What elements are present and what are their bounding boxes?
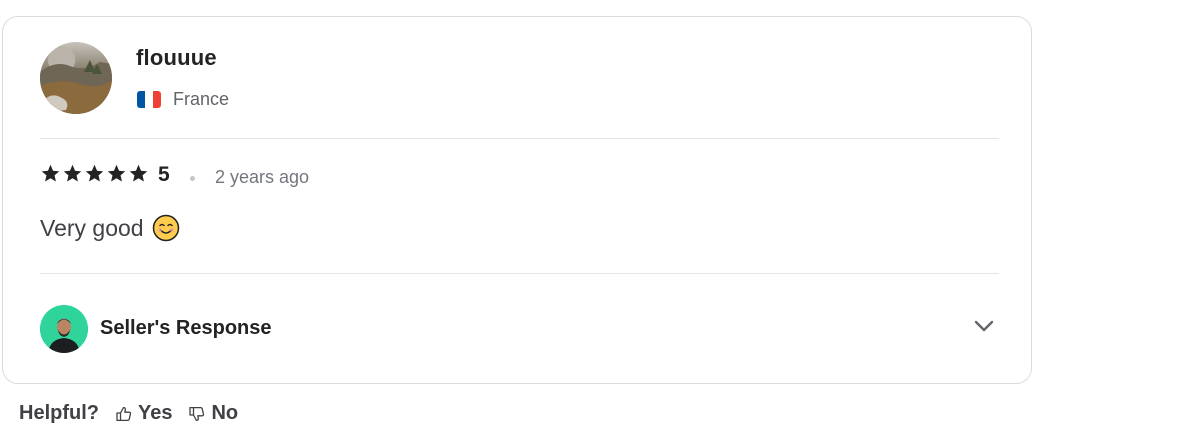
star-icon	[107, 164, 126, 182]
helpful-no-label: No	[211, 402, 239, 424]
divider	[40, 138, 999, 139]
seller-avatar[interactable]	[40, 305, 88, 353]
review-time: 2 years ago	[215, 167, 310, 187]
seller-response-title[interactable]: Seller's Response	[100, 317, 272, 340]
review-text: Very good	[40, 214, 144, 241]
helpful-yes-button[interactable]: Yes	[115, 402, 172, 425]
helpful-yes-label: Yes	[138, 402, 173, 424]
separator-dot	[190, 176, 195, 181]
helpful-no-button[interactable]: No	[188, 402, 238, 425]
reviewer-country: France	[173, 89, 230, 109]
chevron-down-icon[interactable]	[971, 313, 997, 339]
review-text-row: Very good	[40, 214, 180, 242]
smiling-face-icon	[152, 214, 179, 242]
france-flag-icon	[137, 91, 161, 108]
star-rating	[40, 163, 149, 184]
review-card: flouuue France 5 2 years ago Very good S…	[2, 16, 1032, 384]
rating-value: 5	[158, 163, 170, 186]
helpful-label: Helpful?	[19, 402, 99, 424]
star-icon	[129, 164, 148, 182]
thumbs-up-icon	[116, 406, 132, 421]
divider	[40, 273, 999, 274]
thumbs-down-icon	[189, 406, 205, 421]
star-icon	[41, 164, 60, 182]
reviewer-username[interactable]: flouuue	[136, 45, 217, 71]
reviewer-avatar[interactable]	[40, 42, 112, 114]
star-icon	[63, 164, 82, 182]
star-icon	[85, 164, 104, 182]
helpful-row: Helpful? Yes No	[19, 402, 238, 425]
